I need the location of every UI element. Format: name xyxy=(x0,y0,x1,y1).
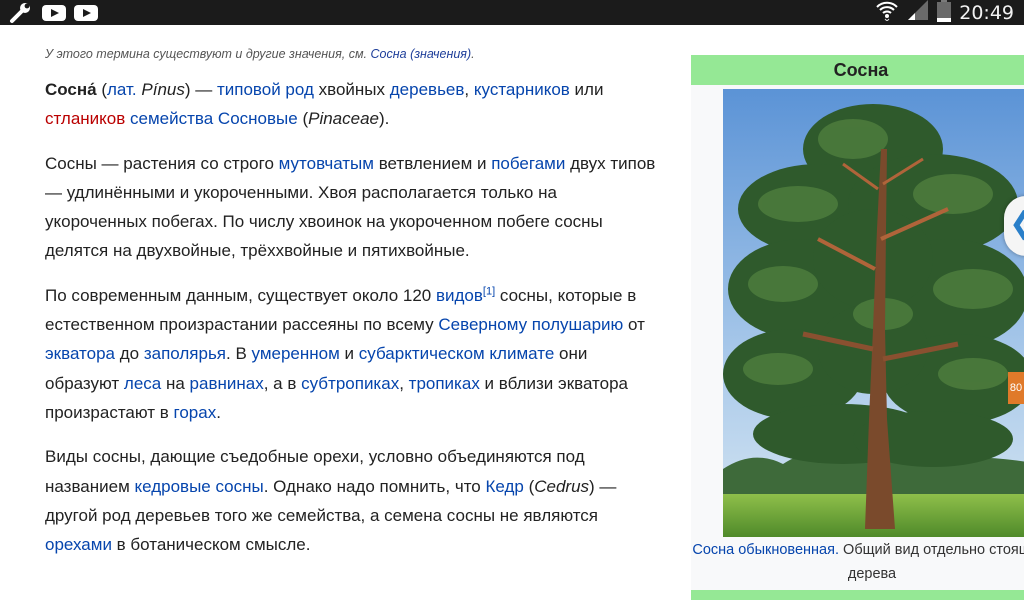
paragraph-distribution: По современным данным, существует около … xyxy=(45,281,660,427)
text: . xyxy=(216,402,221,422)
link-subarctic-climate[interactable]: субарктическом климате xyxy=(359,344,555,363)
link-type-genus[interactable]: типовой род xyxy=(217,80,314,99)
link-latin[interactable]: лат. xyxy=(107,80,137,99)
caption-text: Общий вид отдельно стоящего дерева xyxy=(843,542,1024,582)
link-mountains[interactable]: горах xyxy=(174,403,217,422)
link-forests[interactable]: леса xyxy=(124,374,161,393)
article-content: У этого термина существуют и другие знач… xyxy=(45,47,660,574)
infobox: Сосна Сосна обыкновенная. Общий вид отде… xyxy=(691,55,1024,600)
text: ). xyxy=(379,109,390,129)
link-polar[interactable]: заполярья xyxy=(144,344,226,363)
infobox-title: Сосна xyxy=(691,55,1024,85)
link-plains[interactable]: равнинах xyxy=(190,374,264,393)
family-latin: Pinaceae xyxy=(308,109,379,129)
text: , xyxy=(399,373,409,393)
youtube-icon xyxy=(42,4,66,27)
link-shoots[interactable]: побегами xyxy=(491,154,565,173)
status-left-icons xyxy=(8,2,98,29)
text: в ботаническом смысле. xyxy=(111,535,311,555)
status-right-icons: 20:49 xyxy=(875,0,1014,25)
hatnote-suffix: . xyxy=(471,47,475,61)
link-cedrus[interactable]: Кедр xyxy=(485,477,523,496)
text: от xyxy=(623,315,645,335)
link-nuts[interactable]: орехами xyxy=(45,535,112,554)
caption-link[interactable]: Сосна обыкновенная. xyxy=(692,542,839,558)
text: или xyxy=(569,80,604,99)
text: ) — xyxy=(184,80,217,99)
status-bar: 20:49 xyxy=(0,0,1024,25)
text: По современным данным, существует около … xyxy=(45,285,436,305)
link-shrubs[interactable]: кустарников xyxy=(474,80,570,99)
text: . В xyxy=(226,344,252,364)
link-subtropics[interactable]: субтропиках xyxy=(301,374,399,393)
link-trees[interactable]: деревьев xyxy=(390,80,465,99)
latin-name: Pínus xyxy=(136,80,185,99)
link-cedar-pines[interactable]: кедровые сосны xyxy=(135,477,264,496)
status-clock: 20:49 xyxy=(959,1,1014,24)
wifi-icon xyxy=(875,0,899,26)
link-family[interactable]: семейства Сосновые xyxy=(130,109,298,128)
chevron-left-icon[interactable]: ❮ xyxy=(1009,206,1024,241)
link-equator[interactable]: экватора xyxy=(45,344,115,363)
reference-1[interactable]: [1] xyxy=(483,285,495,297)
text: ветвлением и xyxy=(373,153,492,173)
link-northern-hemisphere[interactable]: Северному полушарию xyxy=(438,315,623,334)
infobox-photo[interactable] xyxy=(723,89,1024,537)
hatnote: У этого термина существуют и другие знач… xyxy=(45,47,660,61)
wrench-icon xyxy=(8,2,34,29)
link-temperate[interactable]: умеренном xyxy=(252,344,340,363)
hatnote-link[interactable]: Сосна (значения) xyxy=(371,47,472,61)
signal-icon xyxy=(907,0,929,26)
edge-badge: 80 xyxy=(1008,372,1024,404)
text: на xyxy=(161,373,190,393)
infobox-caption: Сосна обыкновенная. Общий вид отдельно с… xyxy=(691,538,1024,586)
link-species[interactable]: видов xyxy=(436,286,483,305)
text: , xyxy=(464,80,474,99)
paragraph-nuts: Виды сосны, дающие съедобные орехи, усло… xyxy=(45,442,660,559)
link-tropics[interactable]: тропиках xyxy=(409,374,480,393)
intro-paragraph: Сосна́ (лат. Pínus) — типовой род хвойны… xyxy=(45,75,660,134)
text: ( xyxy=(297,109,309,129)
youtube-icon xyxy=(74,4,98,27)
text: ( xyxy=(523,476,535,496)
link-stlaniki[interactable]: стлаников xyxy=(45,109,125,128)
infobox-next-header xyxy=(691,590,1024,600)
text: Сосны — растения со строго xyxy=(45,153,279,173)
paragraph-branching: Сосны — растения со строго мутовчатым ве… xyxy=(45,149,660,266)
cedrus-latin: Cedrus xyxy=(534,476,590,496)
text: хвойных xyxy=(313,80,390,99)
battery-icon xyxy=(937,0,952,27)
text: ( xyxy=(96,80,108,99)
text: и xyxy=(339,344,359,364)
text: до xyxy=(115,344,144,364)
text: , а в xyxy=(263,373,302,393)
article-term: Сосна́ xyxy=(45,80,97,99)
hatnote-text: У этого термина существуют и другие знач… xyxy=(45,47,368,61)
link-whorled[interactable]: мутовчатым xyxy=(279,154,374,173)
text: . Однако надо помнить, что xyxy=(263,476,486,496)
